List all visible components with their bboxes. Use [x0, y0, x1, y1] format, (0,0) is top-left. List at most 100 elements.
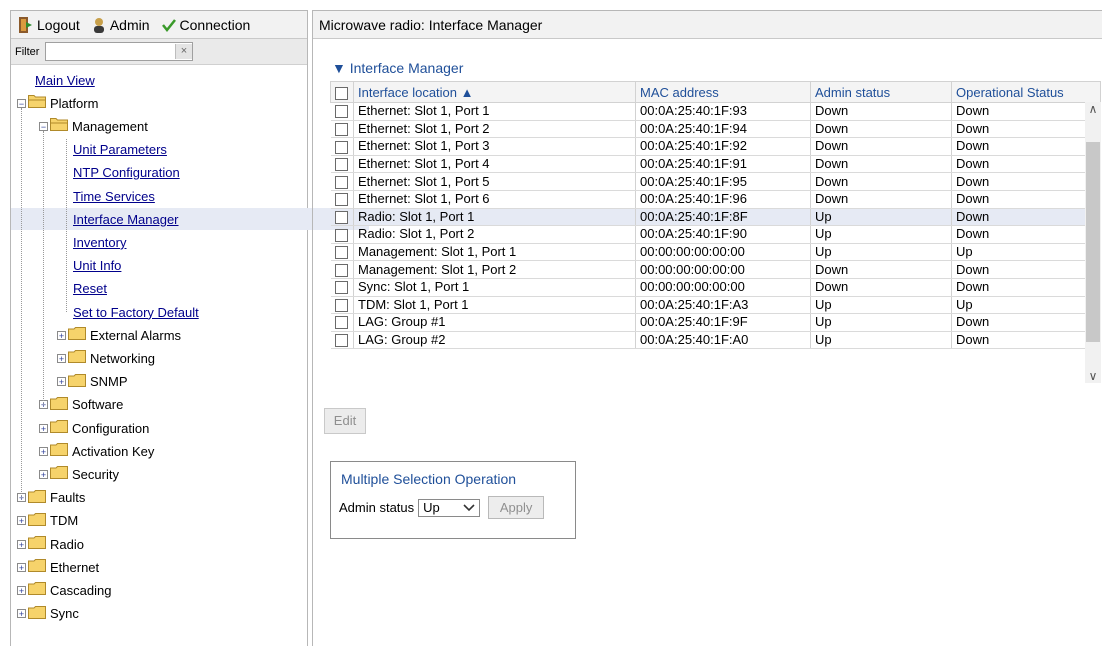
expand-icon[interactable]: + [17, 609, 26, 619]
tree-folder-configuration[interactable]: + Configuration [39, 417, 149, 439]
tree-label: TDM [50, 513, 79, 529]
tree-link-label[interactable]: NTP Configuration [73, 165, 180, 180]
row-checkbox[interactable] [330, 331, 354, 350]
select-all-checkbox[interactable] [330, 81, 354, 103]
expand-icon[interactable]: + [57, 330, 66, 340]
table-row[interactable]: Ethernet: Slot 1, Port 3 00:0A:25:40:1F:9… [330, 137, 1101, 156]
tree-item-set-to-factory-default[interactable]: Set to Factory Default [73, 301, 199, 323]
connection-button[interactable]: Connection [161, 17, 250, 33]
row-checkbox[interactable] [330, 260, 354, 279]
table-row[interactable]: Ethernet: Slot 1, Port 6 00:0A:25:40:1F:9… [330, 190, 1101, 209]
table-row[interactable]: Ethernet: Slot 1, Port 2 00:0A:25:40:1F:9… [330, 120, 1101, 139]
row-checkbox[interactable] [330, 190, 354, 209]
table-row[interactable]: LAG: Group #2 00:0A:25:40:1F:A0 Up Down [330, 331, 1101, 350]
tree-item-reset[interactable]: Reset [73, 278, 107, 300]
expand-icon[interactable]: + [39, 446, 48, 456]
table-row[interactable]: Management: Slot 1, Port 1 00:00:00:00:00… [330, 243, 1101, 262]
row-checkbox[interactable] [330, 278, 354, 297]
filter-row: Filter × [11, 39, 307, 65]
row-checkbox[interactable] [330, 102, 354, 121]
column-header-operational-status[interactable]: Operational Status [951, 81, 1101, 103]
tree-link-label[interactable]: Set to Factory Default [73, 305, 199, 320]
tree-folder-faults[interactable]: + Faults [17, 487, 85, 509]
expand-icon[interactable]: + [39, 423, 48, 433]
collapse-icon[interactable]: − [17, 98, 26, 108]
tree-folder-activation-key[interactable]: + Activation Key [39, 440, 154, 462]
table-row[interactable]: Ethernet: Slot 1, Port 4 00:0A:25:40:1F:9… [330, 155, 1101, 174]
tree-link-label[interactable]: Inventory [73, 235, 126, 250]
scroll-up-icon[interactable]: ∧ [1085, 102, 1101, 116]
column-header-admin-status[interactable]: Admin status [810, 81, 952, 103]
tree-folder-snmp[interactable]: + SNMP [57, 371, 128, 393]
filter-input[interactable]: × [45, 42, 193, 61]
row-checkbox[interactable] [330, 243, 354, 262]
tree-link-label[interactable]: Time Services [73, 189, 155, 204]
tree-link-label[interactable]: Unit Parameters [73, 142, 167, 157]
logout-button[interactable]: Logout [19, 16, 80, 33]
tree-folder-management[interactable]: − Management [39, 115, 148, 137]
tree-folder-cascading[interactable]: + Cascading [17, 579, 111, 601]
collapse-icon[interactable]: − [39, 121, 48, 131]
expand-icon[interactable]: + [17, 585, 26, 595]
mac-address-cell: 00:0A:25:40:1F:95 [635, 172, 811, 191]
tree-folder-security[interactable]: + Security [39, 463, 119, 485]
table-scrollbar[interactable]: ∧ ∨ [1085, 102, 1101, 383]
table-row[interactable]: Radio: Slot 1, Port 1 00:0A:25:40:1F:8F Up… [330, 208, 1101, 227]
scroll-down-icon[interactable]: ∨ [1085, 369, 1101, 383]
tree-folder-platform[interactable]: − Platform [17, 92, 98, 114]
tree-item-main-view[interactable]: Main View [35, 69, 95, 91]
expand-icon[interactable]: + [17, 562, 26, 572]
operational-status-cell: Down [951, 260, 1101, 279]
mac-address-cell: 00:00:00:00:00:00 [635, 278, 811, 297]
expand-icon[interactable]: + [57, 353, 66, 363]
operational-status-cell: Down [951, 172, 1101, 191]
expand-icon[interactable]: + [39, 469, 48, 479]
tree-folder-software[interactable]: + Software [39, 394, 123, 416]
scrollbar-thumb[interactable] [1086, 142, 1100, 342]
table-row[interactable]: Radio: Slot 1, Port 2 00:0A:25:40:1F:90 Up… [330, 225, 1101, 244]
row-checkbox[interactable] [330, 296, 354, 315]
column-header-interface-location[interactable]: Interface location ▲ [353, 81, 636, 103]
apply-button[interactable]: Apply [488, 496, 545, 519]
interface-location-cell: Sync: Slot 1, Port 1 [353, 278, 636, 297]
table-row[interactable]: Management: Slot 1, Port 2 00:00:00:00:00… [330, 260, 1101, 279]
table-row[interactable]: Ethernet: Slot 1, Port 5 00:0A:25:40:1F:9… [330, 172, 1101, 191]
admin-status-select[interactable]: Up [418, 498, 481, 517]
tree-item-unit-info[interactable]: Unit Info [73, 255, 121, 277]
tree-folder-external-alarms[interactable]: + External Alarms [57, 324, 181, 346]
admin-status-cell: Up [810, 296, 952, 315]
row-checkbox[interactable] [330, 137, 354, 156]
tree-folder-tdm[interactable]: + TDM [17, 510, 78, 532]
expand-icon[interactable]: + [17, 539, 26, 549]
tree-folder-networking[interactable]: + Networking [57, 347, 155, 369]
tree-folder-sync[interactable]: + Sync [17, 603, 79, 625]
tree-link-label[interactable]: Reset [73, 281, 107, 296]
tree-link-label[interactable]: Interface Manager [73, 212, 179, 227]
filter-label: Filter [15, 45, 40, 58]
tree-item-unit-parameters[interactable]: Unit Parameters [73, 139, 167, 161]
edit-button[interactable]: Edit [324, 408, 366, 434]
row-checkbox[interactable] [330, 225, 354, 244]
table-row[interactable]: TDM: Slot 1, Port 1 00:0A:25:40:1F:A3 Up Up [330, 296, 1101, 315]
column-header-mac-address[interactable]: MAC address [635, 81, 811, 103]
row-checkbox[interactable] [330, 172, 354, 191]
tree-folder-radio[interactable]: + Radio [17, 533, 84, 555]
row-checkbox[interactable] [330, 208, 354, 227]
tree-folder-ethernet[interactable]: + Ethernet [17, 556, 99, 578]
tree-link-label[interactable]: Unit Info [73, 258, 121, 273]
section-header-interface-manager[interactable]: ▼ Interface Manager [332, 60, 463, 76]
tree-item-ntp-configuration[interactable]: NTP Configuration [73, 162, 180, 184]
row-checkbox[interactable] [330, 120, 354, 139]
row-checkbox[interactable] [330, 155, 354, 174]
table-row[interactable]: Ethernet: Slot 1, Port 1 00:0A:25:40:1F:9… [330, 102, 1101, 121]
expand-icon[interactable]: + [57, 377, 66, 387]
table-row[interactable]: LAG: Group #1 00:0A:25:40:1F:9F Up Down [330, 313, 1101, 332]
clear-filter-button[interactable]: × [175, 44, 192, 59]
tree-item-time-services[interactable]: Time Services [73, 185, 155, 207]
expand-icon[interactable]: + [17, 516, 26, 526]
tree-item-inventory[interactable]: Inventory [73, 231, 126, 253]
table-row[interactable]: Sync: Slot 1, Port 1 00:00:00:00:00:00 Dow… [330, 278, 1101, 297]
row-checkbox[interactable] [330, 313, 354, 332]
tree-link-label[interactable]: Main View [35, 73, 95, 88]
admin-button[interactable]: Admin [92, 17, 150, 33]
